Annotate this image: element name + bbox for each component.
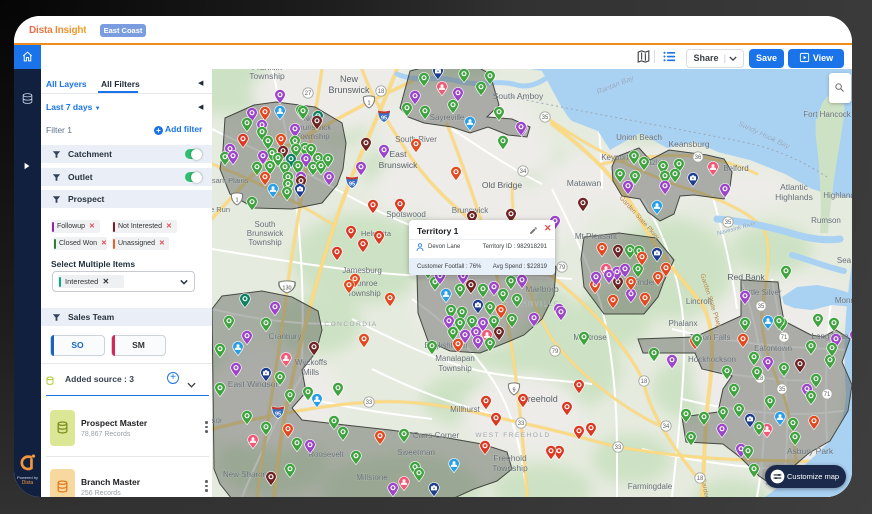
svg-text:35: 35 [725,220,732,226]
svg-text:New: New [340,74,359,84]
svg-text:Brunswick: Brunswick [328,85,370,95]
svg-text:33: 33 [366,400,373,406]
svg-text:East: East [389,149,407,159]
svg-text:34: 34 [663,424,670,430]
svg-text:Carrs Corner: Carrs Corner [413,431,460,440]
svg-text:Rumson: Rumson [811,216,841,225]
svg-text:Union Beach: Union Beach [616,133,662,142]
svg-text:Long Bran: Long Bran [812,332,849,341]
svg-text:WEST FREEHOLD: WEST FREEHOLD [475,432,550,439]
svg-text:Millhurst: Millhurst [450,405,481,414]
svg-text:Wyckoffs: Wyckoffs [295,358,327,367]
svg-text:18: 18 [378,89,385,95]
svg-text:71: 71 [781,335,788,341]
svg-text:Cranbury: Cranbury [269,332,302,341]
svg-text:95: 95 [275,412,281,418]
svg-text:27: 27 [305,91,312,97]
svg-text:Marlboro: Marlboro [525,284,559,294]
svg-text:Freehold: Freehold [493,453,527,463]
svg-text:Township: Township [347,289,381,298]
svg-text:Highlands: Highlands [775,192,813,202]
svg-text:Keansburg: Keansburg [668,139,709,149]
svg-text:Sea: Sea [837,256,852,265]
svg-text:33: 33 [518,421,525,427]
svg-text:Township: Township [438,364,472,373]
svg-text:Township: Township [249,71,285,81]
svg-text:95: 95 [381,116,387,122]
svg-text:35: 35 [758,304,765,310]
svg-text:Monm: Monm [835,296,852,305]
svg-text:130: 130 [282,285,291,291]
svg-text:Eatontown: Eatontown [754,344,792,353]
svg-text:Belford: Belford [723,164,748,173]
svg-text:South: South [255,220,276,229]
svg-text:35: 35 [779,387,786,393]
svg-text:18: 18 [641,379,648,385]
svg-text:Roosevelt: Roosevelt [308,450,344,459]
svg-text:e Run: e Run [212,205,230,214]
svg-text:Brunswick: Brunswick [379,160,418,170]
svg-text:Hockhockson: Hockhockson [688,355,736,364]
svg-text:Atlantic: Atlantic [780,182,809,192]
svg-text:Mt Pleasant: Mt Pleasant [575,232,618,241]
svg-text:Phalanx: Phalanx [669,319,698,328]
svg-text:1: 1 [367,100,370,106]
svg-text:Red Bank: Red Bank [727,272,765,282]
svg-text:Keyport: Keyport [601,153,629,162]
svg-text:36: 36 [695,155,702,161]
svg-text:Brunswick: Brunswick [247,229,284,238]
svg-text:Farmingdale: Farmingdale [628,482,673,491]
svg-text:Spotswood: Spotswood [386,210,426,219]
svg-text:33: 33 [615,445,622,451]
svg-text:71: 71 [824,392,831,398]
svg-text:Manalapan: Manalapan [435,354,475,363]
svg-text:95: 95 [349,182,355,188]
svg-text:9: 9 [512,387,515,393]
svg-text:Matawan: Matawan [567,178,602,188]
svg-text:Asbury Park: Asbury Park [787,446,834,456]
svg-text:East Windsor: East Windsor [228,379,279,389]
svg-text:Montrose: Montrose [573,333,607,342]
svg-text:Sweetman: Sweetman [397,448,435,457]
svg-text:easant Plains: easant Plains [212,176,249,185]
svg-text:Old Bridge: Old Bridge [482,180,522,190]
svg-text:79: 79 [559,265,566,271]
svg-text:Fort Hancock: Fort Hancock [803,110,852,119]
svg-text:1: 1 [235,197,238,203]
svg-text:New Sharon: New Sharon [223,470,267,479]
svg-text:Sayreville: Sayreville [430,113,465,122]
svg-text:35: 35 [542,115,549,121]
svg-text:34: 34 [520,169,527,175]
svg-text:Jamesburg: Jamesburg [342,266,382,275]
svg-text:Township: Township [248,238,282,247]
svg-text:CONCORDIA: CONCORDIA [324,321,377,328]
svg-text:Millstone: Millstone [356,473,388,482]
svg-text:Township: Township [296,132,330,141]
svg-text:79: 79 [552,349,559,355]
svg-text:Mills: Mills [303,368,319,377]
svg-text:18: 18 [697,476,704,482]
svg-text:sor: sor [212,416,223,425]
svg-text:Township: Township [492,463,528,473]
svg-text:Highlands: Highlands [823,191,852,200]
svg-text:South Amboy: South Amboy [493,91,544,101]
